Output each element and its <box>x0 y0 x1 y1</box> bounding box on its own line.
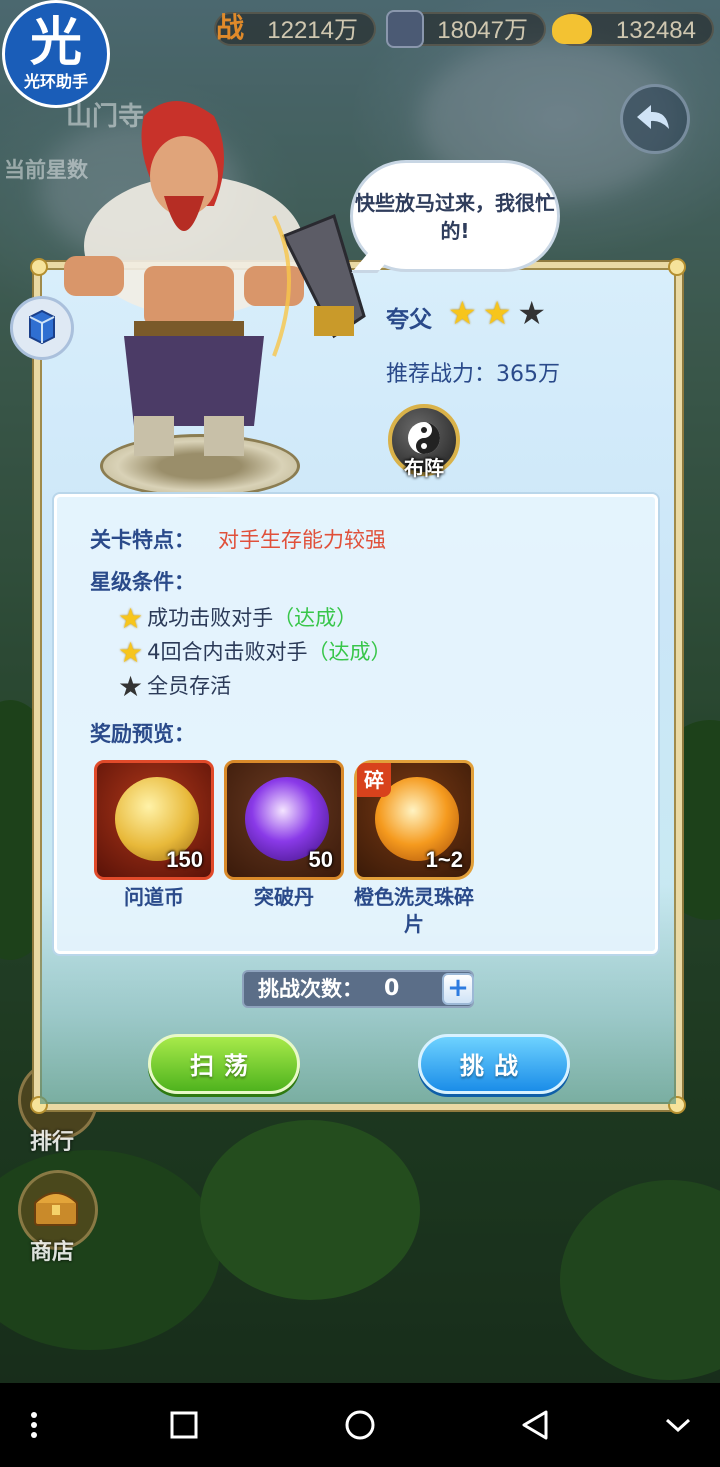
gold-ingot-icon <box>552 14 592 44</box>
stage-feature-value: 对手生存能力较强 <box>218 528 386 552</box>
shop-label: 商店 <box>30 1240 75 1265</box>
star-achieved-icon: ★ <box>118 602 144 635</box>
back-button[interactable] <box>620 84 690 154</box>
star-condition-2: ★ 4回合内击败对手（达成） <box>118 636 392 669</box>
star-conditions-label: 星级条件： <box>90 570 195 594</box>
rewards-preview-label: 奖励预览： <box>90 722 195 746</box>
stage-feature-label: 关卡特点： <box>90 528 195 552</box>
treasure-chest-icon <box>34 1192 78 1226</box>
recommended-power: 推荐战力：365万 <box>386 362 560 387</box>
sweep-button[interactable]: 扫荡 <box>148 1034 300 1094</box>
challenge-count-label: 挑战次数： <box>258 977 363 1001</box>
star-filled-icon: ★ <box>448 294 477 332</box>
star-empty-icon: ★ <box>517 294 547 332</box>
star-condition-1: ★ 成功击败对手（达成） <box>118 602 358 635</box>
combat-power-icon: 战 <box>216 11 245 44</box>
boss-star-rating: ★ ★ ★ <box>448 297 552 329</box>
reward-item-dao-coin[interactable]: 150 <box>94 760 214 880</box>
add-challenge-button[interactable]: + <box>442 973 474 1005</box>
boss-character-kuafu <box>64 101 366 456</box>
helper-app-logo[interactable]: 光 光环助手 <box>2 0 110 108</box>
fragment-badge: 碎 <box>357 763 391 797</box>
reward-name-breakthrough-pill: 突破丹 <box>254 885 314 909</box>
challenge-button[interactable]: 挑战 <box>418 1034 570 1094</box>
star-achieved-icon: ★ <box>118 636 144 669</box>
boss-speech-bubble: 快些放马过来，我很忙的! <box>350 160 560 272</box>
star-unachieved-icon: ★ <box>118 670 144 703</box>
reward-item-breakthrough-pill[interactable]: 50 <box>224 760 344 880</box>
reward-name-orange-spirit-pearl-fragment: 橙色洗灵珠碎片 <box>354 885 474 936</box>
reward-name-dao-coin: 问道币 <box>124 885 184 909</box>
challenge-count-value: 0 <box>384 976 400 1001</box>
silver-icon <box>386 10 424 48</box>
star-filled-icon: ★ <box>482 294 512 332</box>
boss-name: 夸父 <box>386 307 432 333</box>
challenge-count-bar: 挑战次数： 0 <box>242 970 474 1008</box>
chevron-down-icon[interactable] <box>658 1405 698 1445</box>
android-nav-bar <box>0 1383 720 1467</box>
star-condition-3: ★ 全员存活 <box>118 670 232 703</box>
ranking-label: 排行 <box>30 1130 75 1155</box>
home-icon[interactable] <box>340 1405 380 1445</box>
back-arrow-icon <box>637 105 669 129</box>
reward-item-orange-spirit-pearl-fragment[interactable]: 碎 1~2 <box>354 760 474 880</box>
formation-label: 布阵 <box>404 456 444 480</box>
back-nav-icon[interactable] <box>516 1405 556 1445</box>
more-options-icon[interactable] <box>14 1405 54 1445</box>
recent-apps-icon[interactable] <box>164 1405 204 1445</box>
